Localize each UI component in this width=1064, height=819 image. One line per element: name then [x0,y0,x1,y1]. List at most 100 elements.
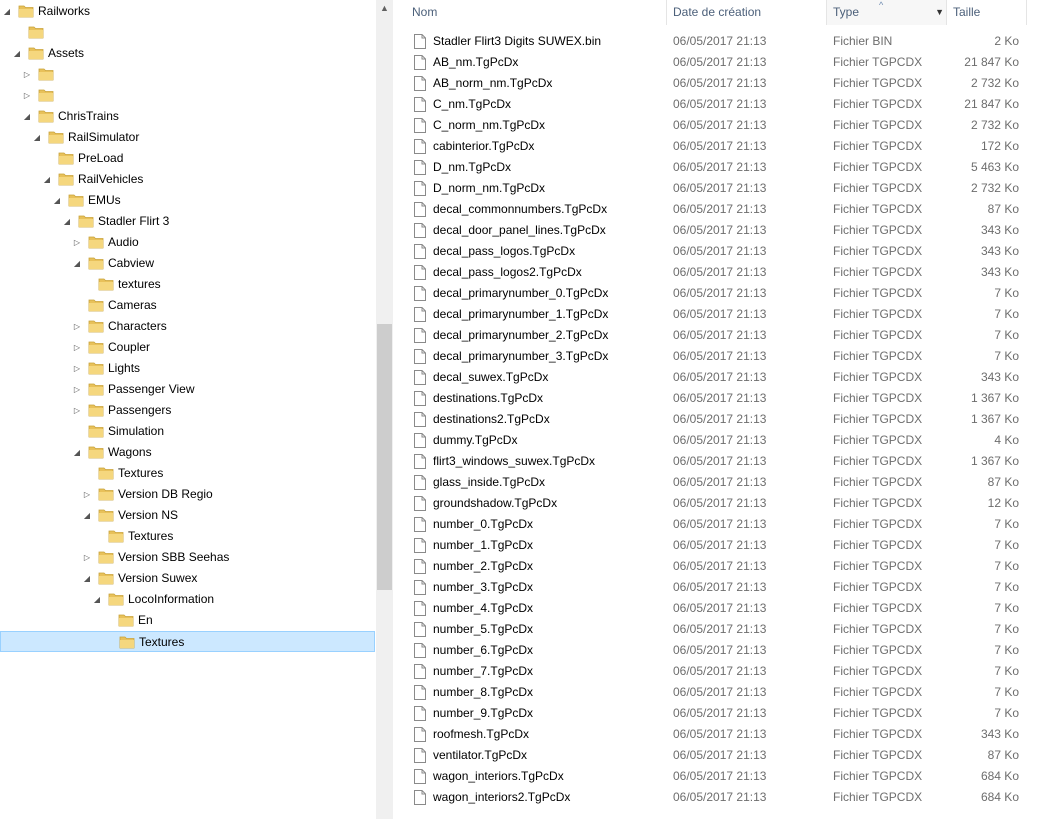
file-row[interactable]: roofmesh.TgPcDx 06/05/2017 21:13 Fichier T… [394,724,1064,745]
tree-item[interactable]: ▷ Passenger View [0,379,375,400]
file-row[interactable]: D_nm.TgPcDx 06/05/2017 21:13 Fichier TGPCD… [394,157,1064,178]
tree-item[interactable]: ◢ LocoInformation [0,589,375,610]
tree-item[interactable]: ▷ [0,64,375,85]
tree-item[interactable]: ◢ Railworks [0,1,375,22]
tree-item[interactable]: ◢ Cabview [0,253,375,274]
tree-item[interactable]: ▷ Version DB Regio [0,484,375,505]
file-row[interactable]: C_nm.TgPcDx 06/05/2017 21:13 Fichier TGPCD… [394,94,1064,115]
tree-item[interactable]: ◢ Wagons [0,442,375,463]
expanded-chevron-icon[interactable]: ◢ [32,127,42,148]
column-header-size[interactable]: Taille [947,0,1027,25]
tree-item[interactable]: ◢ RailVehicles [0,169,375,190]
expanded-chevron-icon[interactable]: ◢ [72,253,82,274]
file-row[interactable]: number_1.TgPcDx 06/05/2017 21:13 Fichier T… [394,535,1064,556]
file-row[interactable]: wagon_interiors.TgPcDx 06/05/2017 21:13 Fi… [394,766,1064,787]
tree-item[interactable]: ◢ Version NS [0,505,375,526]
tree-item[interactable]: ◢ Assets [0,43,375,64]
file-row[interactable]: number_5.TgPcDx 06/05/2017 21:13 Fichier T… [394,619,1064,640]
file-row[interactable]: number_9.TgPcDx 06/05/2017 21:13 Fichier T… [394,703,1064,724]
column-header-type[interactable]: ^ Type ▼ [827,0,947,25]
collapsed-chevron-icon[interactable]: ▷ [72,379,82,400]
collapsed-chevron-icon[interactable]: ▷ [72,232,82,253]
file-type: Fichier TGPCDX [833,349,923,363]
tree-item[interactable]: ▷ Audio [0,232,375,253]
file-row[interactable]: cabinterior.TgPcDx 06/05/2017 21:13 Fichie… [394,136,1064,157]
file-row[interactable]: dummy.TgPcDx 06/05/2017 21:13 Fichier TGPC… [394,430,1064,451]
file-row[interactable]: decal_primarynumber_2.TgPcDx 06/05/2017 2… [394,325,1064,346]
expanded-chevron-icon[interactable]: ◢ [82,568,92,589]
tree-item[interactable]: ◢ ChrisTrains [0,106,375,127]
collapsed-chevron-icon[interactable]: ▷ [72,358,82,379]
column-header-name[interactable]: Nom [406,0,667,25]
file-row[interactable]: decal_commonnumbers.TgPcDx 06/05/2017 21:… [394,199,1064,220]
tree-item[interactable]: ▷ Characters [0,316,375,337]
file-row[interactable]: C_norm_nm.TgPcDx 06/05/2017 21:13 Fichier … [394,115,1064,136]
file-row[interactable]: decal_door_panel_lines.TgPcDx 06/05/2017 … [394,220,1064,241]
tree-item[interactable]: Simulation [0,421,375,442]
file-row[interactable]: ventilator.TgPcDx 06/05/2017 21:13 Fichier… [394,745,1064,766]
tree-item[interactable]: Textures [0,463,375,484]
collapsed-chevron-icon[interactable]: ▷ [82,484,92,505]
tree-item[interactable] [0,22,375,43]
file-row[interactable]: Stadler Flirt3 Digits SUWEX.bin 06/05/201… [394,31,1064,52]
file-row[interactable]: decal_primarynumber_0.TgPcDx 06/05/2017 2… [394,283,1064,304]
file-row[interactable]: destinations2.TgPcDx 06/05/2017 21:13 Fich… [394,409,1064,430]
collapsed-chevron-icon[interactable]: ▷ [72,337,82,358]
file-row[interactable]: D_norm_nm.TgPcDx 06/05/2017 21:13 Fichier … [394,178,1064,199]
tree-item[interactable]: En [0,610,375,631]
file-row[interactable]: decal_primarynumber_1.TgPcDx 06/05/2017 2… [394,304,1064,325]
tree-item[interactable]: PreLoad [0,148,375,169]
file-row[interactable]: decal_pass_logos.TgPcDx 06/05/2017 21:13 F… [394,241,1064,262]
expanded-chevron-icon[interactable]: ◢ [42,169,52,190]
file-row[interactable]: glass_inside.TgPcDx 06/05/2017 21:13 Fichi… [394,472,1064,493]
tree-item[interactable]: ◢ RailSimulator [0,127,375,148]
file-date: 06/05/2017 21:13 [673,685,767,699]
tree-scrollbar[interactable]: ▲ [376,0,393,819]
file-row[interactable]: number_8.TgPcDx 06/05/2017 21:13 Fichier T… [394,682,1064,703]
expanded-chevron-icon[interactable]: ◢ [92,589,102,610]
file-row[interactable]: number_4.TgPcDx 06/05/2017 21:13 Fichier T… [394,598,1064,619]
file-row[interactable]: number_3.TgPcDx 06/05/2017 21:13 Fichier T… [394,577,1064,598]
column-filter-dropdown-icon[interactable]: ▼ [935,0,944,25]
tree-item[interactable]: ◢ Stadler Flirt 3 [0,211,375,232]
collapsed-chevron-icon[interactable]: ▷ [22,85,32,106]
expanded-chevron-icon[interactable]: ◢ [12,43,22,64]
scroll-up-icon[interactable]: ▲ [376,0,393,17]
file-row[interactable]: number_0.TgPcDx 06/05/2017 21:13 Fichier T… [394,514,1064,535]
expanded-chevron-icon[interactable]: ◢ [2,1,12,22]
tree-item[interactable]: textures [0,274,375,295]
collapsed-chevron-icon[interactable]: ▷ [72,400,82,421]
tree-item[interactable]: ▷ Coupler [0,337,375,358]
tree-item[interactable]: ▷ Version SBB Seehas [0,547,375,568]
file-row[interactable]: decal_suwex.TgPcDx 06/05/2017 21:13 Fichie… [394,367,1064,388]
collapsed-chevron-icon[interactable]: ▷ [82,547,92,568]
tree-item[interactable]: ◢ EMUs [0,190,375,211]
file-row[interactable]: number_2.TgPcDx 06/05/2017 21:13 Fichier T… [394,556,1064,577]
expanded-chevron-icon[interactable]: ◢ [22,106,32,127]
expanded-chevron-icon[interactable]: ◢ [62,211,72,232]
column-header-date[interactable]: Date de création [667,0,827,25]
tree-item[interactable]: ▷ [0,85,375,106]
expanded-chevron-icon[interactable]: ◢ [82,505,92,526]
expanded-chevron-icon[interactable]: ◢ [52,190,62,211]
collapsed-chevron-icon[interactable]: ▷ [72,316,82,337]
file-row[interactable]: decal_primarynumber_3.TgPcDx 06/05/2017 2… [394,346,1064,367]
tree-item[interactable]: Textures [0,526,375,547]
file-row[interactable]: AB_nm.TgPcDx 06/05/2017 21:13 Fichier TGPC… [394,52,1064,73]
collapsed-chevron-icon[interactable]: ▷ [22,64,32,85]
file-row[interactable]: destinations.TgPcDx 06/05/2017 21:13 Fichi… [394,388,1064,409]
scrollbar-thumb[interactable] [377,324,392,590]
file-row[interactable]: groundshadow.TgPcDx 06/05/2017 21:13 Fichi… [394,493,1064,514]
tree-item[interactable]: ◢ Version Suwex [0,568,375,589]
tree-item[interactable]: Textures [0,631,375,652]
file-row[interactable]: flirt3_windows_suwex.TgPcDx 06/05/2017 21… [394,451,1064,472]
expanded-chevron-icon[interactable]: ◢ [72,442,82,463]
file-row[interactable]: decal_pass_logos2.TgPcDx 06/05/2017 21:13… [394,262,1064,283]
file-row[interactable]: wagon_interiors2.TgPcDx 06/05/2017 21:13 F… [394,787,1064,808]
file-row[interactable]: AB_norm_nm.TgPcDx 06/05/2017 21:13 Fichier… [394,73,1064,94]
tree-item[interactable]: ▷ Passengers [0,400,375,421]
file-row[interactable]: number_7.TgPcDx 06/05/2017 21:13 Fichier T… [394,661,1064,682]
tree-item[interactable]: ▷ Lights [0,358,375,379]
tree-item[interactable]: Cameras [0,295,375,316]
file-row[interactable]: number_6.TgPcDx 06/05/2017 21:13 Fichier T… [394,640,1064,661]
